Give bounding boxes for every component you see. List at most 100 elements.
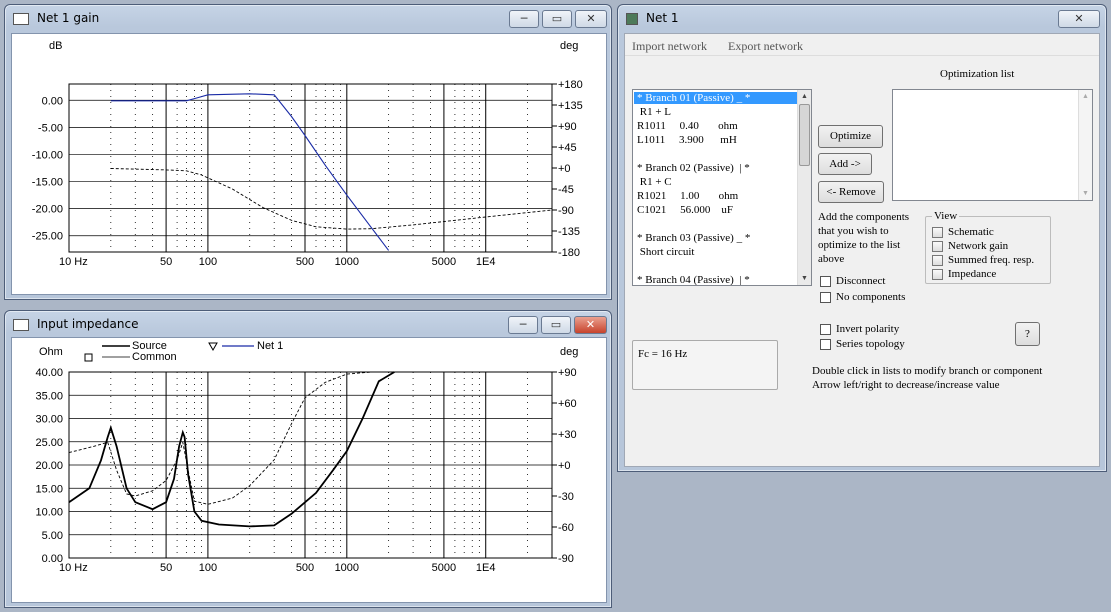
impedance-chart: 40.0035.0030.0025.0020.0015.0010.005.000… — [35, 340, 578, 574]
x-tick-label: 50 — [160, 256, 172, 268]
x-tick-label: 10 Hz — [59, 562, 88, 574]
branch-list[interactable]: * Branch 01 (Passive) _ * R1 + L R1011 0.… — [632, 89, 812, 286]
y-tick-label: 40.00 — [35, 367, 63, 379]
view-schematic-button[interactable]: Schematic — [932, 226, 994, 238]
view-button-icon — [932, 268, 943, 280]
close-button[interactable]: ✕ — [1058, 10, 1100, 28]
y-tick-label: 10.00 — [35, 507, 63, 519]
y2-tick-label: -30 — [558, 491, 574, 503]
instruction-line: Add the components — [818, 211, 910, 223]
branch-list-scrollbar[interactable]: ▲ ▼ — [797, 90, 811, 285]
optimization-list[interactable]: ▲ ▼ — [892, 89, 1093, 201]
optimization-list-scrollbar[interactable]: ▲ ▼ — [1078, 90, 1092, 200]
legend-net-marker-icon — [208, 342, 218, 352]
view-item-label: Summed freq. resp. — [948, 254, 1035, 266]
y2-tick-label: -90 — [558, 205, 574, 217]
x-tick-label: 5000 — [432, 256, 456, 268]
maximize-button[interactable]: ▭ — [542, 10, 572, 28]
menu-import-network[interactable]: Import network — [632, 39, 707, 54]
x-tick-label: 1E4 — [476, 562, 496, 574]
branch-list-item[interactable]: * Branch 04 (Passive) | * — [637, 274, 750, 285]
y-tick-label: -15.00 — [32, 177, 63, 189]
checkbox-icon — [820, 275, 831, 287]
view-network-gain-button[interactable]: Network gain — [932, 240, 1008, 252]
menu-bar: Import network Export network — [625, 36, 1099, 56]
y2-tick-label: -60 — [558, 522, 574, 534]
branch-list-item[interactable]: L1011 3.900 mH — [637, 134, 737, 146]
legend-net-label: Net 1 — [257, 340, 283, 352]
gain-titlebar[interactable]: Net 1 gain ─ ▭ ✕ — [5, 5, 611, 31]
branch-list-item[interactable]: R1 + L — [637, 106, 671, 118]
checkbox-label: Disconnect — [836, 275, 886, 287]
optimize-button[interactable]: Optimize — [818, 125, 883, 148]
scroll-down-arrow-icon[interactable]: ▼ — [1079, 187, 1092, 200]
net-window: Net 1 ✕ Import network Export network * … — [617, 4, 1107, 472]
close-button[interactable]: ✕ — [575, 10, 607, 28]
branch-list-item[interactable]: Short circuit — [637, 246, 695, 258]
scroll-up-arrow-icon[interactable]: ▲ — [1079, 90, 1092, 103]
impedance-window-title: Input impedance — [37, 317, 139, 331]
impedance-titlebar[interactable]: Input impedance ─ ▭ ✕ — [5, 311, 611, 337]
scroll-down-arrow-icon[interactable]: ▼ — [798, 272, 811, 285]
x-tick-label: 100 — [199, 562, 217, 574]
y-tick-label: 25.00 — [35, 437, 63, 449]
right-axis-unit: deg — [560, 346, 578, 358]
invert-polarity-checkbox[interactable]: Invert polarity — [820, 323, 899, 335]
checkbox-icon — [820, 323, 831, 335]
series-topology-checkbox[interactable]: Series topology — [820, 338, 905, 350]
x-tick-label: 10 Hz — [59, 256, 88, 268]
branch-list-item[interactable]: C1021 56.000 uF — [637, 204, 733, 216]
view-group: View Schematic Network gain Summed freq.… — [925, 210, 1051, 284]
scroll-up-arrow-icon[interactable]: ▲ — [798, 90, 811, 103]
x-tick-label: 1E4 — [476, 256, 496, 268]
y2-tick-label: -45 — [558, 184, 574, 196]
branch-list-item[interactable]: * Branch 02 (Passive) | * — [637, 162, 750, 174]
no-components-checkbox[interactable]: No components — [820, 291, 905, 303]
y-tick-label: 30.00 — [35, 414, 63, 426]
checkbox-icon — [820, 338, 831, 350]
right-axis-unit: deg — [560, 40, 578, 52]
y2-tick-label: +0 — [558, 460, 571, 472]
minimize-button[interactable]: ─ — [509, 10, 539, 28]
scroll-thumb[interactable] — [799, 104, 810, 166]
menu-export-network[interactable]: Export network — [728, 39, 803, 54]
help-button[interactable]: ? — [1015, 322, 1040, 346]
network-window-icon — [626, 13, 638, 25]
y2-tick-label: +90 — [558, 367, 577, 379]
view-button-icon — [932, 254, 943, 266]
checkbox-label: Series topology — [836, 338, 905, 350]
view-impedance-button[interactable]: Impedance — [932, 268, 996, 280]
disconnect-checkbox[interactable]: Disconnect — [820, 275, 885, 287]
y2-tick-label: -135 — [558, 226, 580, 238]
y-tick-label: 0.00 — [42, 95, 63, 107]
view-button-icon — [932, 240, 943, 252]
remove-button[interactable]: <- Remove — [818, 181, 884, 203]
y-tick-label: 35.00 — [35, 390, 63, 402]
net-client: Import network Export network * Branch 0… — [624, 33, 1100, 467]
fc-value: Fc = 16 Hz — [638, 348, 688, 360]
gain-chart: 0.00 -5.00 -10.00 -15.00 -20.00 -25.00 +180 +13… — [32, 40, 583, 268]
impedance-window: Input impedance ─ ▭ ✕ 40.00 35.00 30.00 25.… — [4, 310, 612, 608]
y2-tick-label: +30 — [558, 429, 577, 441]
checkbox-label: No components — [836, 291, 906, 303]
y2-tick-label: -180 — [558, 247, 580, 259]
branch-list-item[interactable]: R1 + C — [637, 176, 672, 188]
y-tick-label: 15.00 — [35, 483, 63, 495]
close-button[interactable]: ✕ — [574, 316, 607, 334]
chart-window-icon — [13, 319, 29, 331]
x-tick-label: 50 — [160, 562, 172, 574]
branch-list-item[interactable]: * Branch 01 (Passive) _ * — [634, 92, 797, 104]
gain-window: Net 1 gain ─ ▭ ✕ 0.00 -5.00 -10.00 -15.00 -2… — [4, 4, 612, 300]
checkbox-label: Invert polarity — [836, 323, 900, 335]
net-titlebar[interactable]: Net 1 ✕ — [618, 5, 1106, 31]
y-tick-label: -10.00 — [32, 149, 63, 161]
minimize-button[interactable]: ─ — [508, 316, 538, 334]
add-button[interactable]: Add -> — [818, 153, 872, 175]
branch-list-item[interactable]: R1011 0.40 ohm — [637, 120, 738, 132]
maximize-button[interactable]: ▭ — [541, 316, 571, 334]
branch-list-item[interactable]: * Branch 03 (Passive) _ * — [637, 232, 750, 244]
branch-list-item[interactable]: R1021 1.00 ohm — [637, 190, 738, 202]
view-summed-freq-button[interactable]: Summed freq. resp. — [932, 254, 1034, 266]
chart-window-icon — [13, 13, 29, 25]
x-tick-label: 500 — [296, 562, 314, 574]
